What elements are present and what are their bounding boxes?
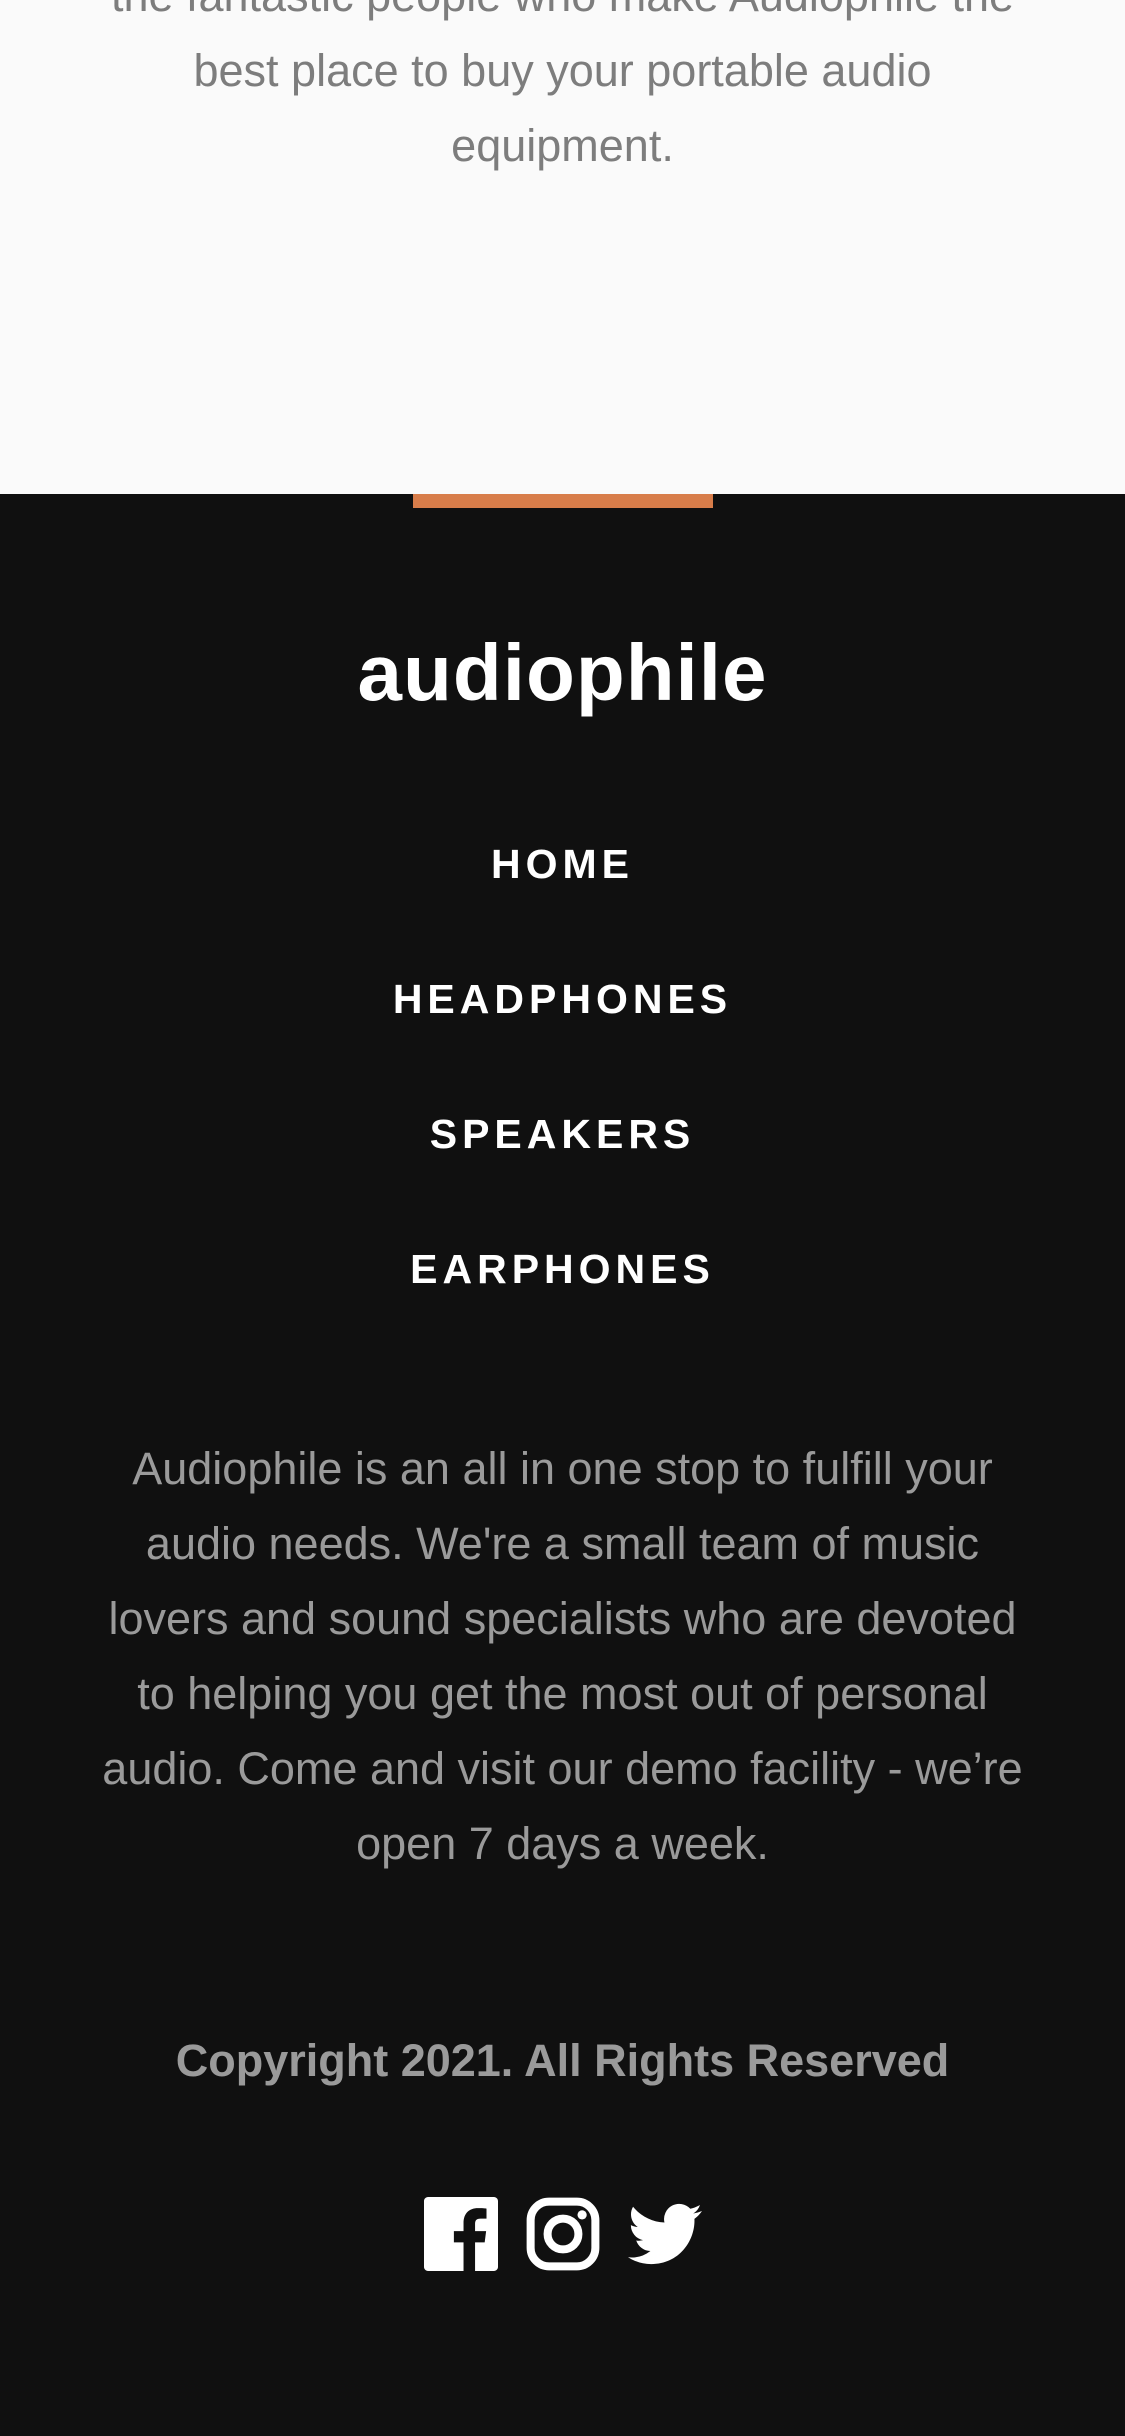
nav-link-home[interactable]: HOME <box>491 839 634 889</box>
nav-link-headphones[interactable]: HEADPHONES <box>393 974 732 1024</box>
footer-description: Audiophile is an all in one stop to fulf… <box>75 1431 1050 1881</box>
about-section: the fantastic people who make Audiophile… <box>0 0 1125 494</box>
social-links <box>0 2194 1125 2274</box>
footer-description-line: to helping you get the most out of perso… <box>137 1668 988 1719</box>
footer-logo[interactable]: audiophile <box>0 623 1125 723</box>
nav-link-earphones[interactable]: EARPHONES <box>410 1244 715 1294</box>
footer-description-line: lovers and sound specialists who are dev… <box>108 1593 1017 1644</box>
footer-nav-item-headphones: HEADPHONES <box>0 974 1125 1109</box>
facebook-icon[interactable] <box>423 2197 498 2271</box>
footer-description-line: audio. Come and visit our demo facility … <box>102 1743 1023 1794</box>
footer-description-line: audio needs. We're a small team of music <box>145 1518 980 1569</box>
about-text: the fantastic people who make Audiophile… <box>70 0 1055 183</box>
footer-nav-item-earphones: EARPHONES <box>0 1244 1125 1379</box>
footer-nav: HOME HEADPHONES SPEAKERS EARPHONES <box>0 839 1125 1379</box>
about-text-line: best place to buy your portable audio <box>193 45 932 96</box>
instagram-icon[interactable] <box>526 2197 600 2271</box>
footer-accent-bar <box>413 494 713 508</box>
footer-nav-item-home: HOME <box>0 839 1125 974</box>
footer-nav-item-speakers: SPEAKERS <box>0 1109 1125 1244</box>
footer-description-line: Audiophile is an all in one stop to fulf… <box>132 1443 993 1494</box>
about-text-line: equipment. <box>451 120 674 171</box>
about-text-line: the fantastic people who make Audiophile… <box>111 0 1014 21</box>
twitter-icon[interactable] <box>627 2197 702 2271</box>
copyright-text: Copyright 2021. All Rights Reserved <box>175 2035 950 2086</box>
nav-link-speakers[interactable]: SPEAKERS <box>430 1109 696 1159</box>
footer-description-line: open 7 days a week. <box>356 1818 769 1869</box>
footer: audiophile HOME HEADPHONES SPEAKERS EARP… <box>0 494 1125 2436</box>
